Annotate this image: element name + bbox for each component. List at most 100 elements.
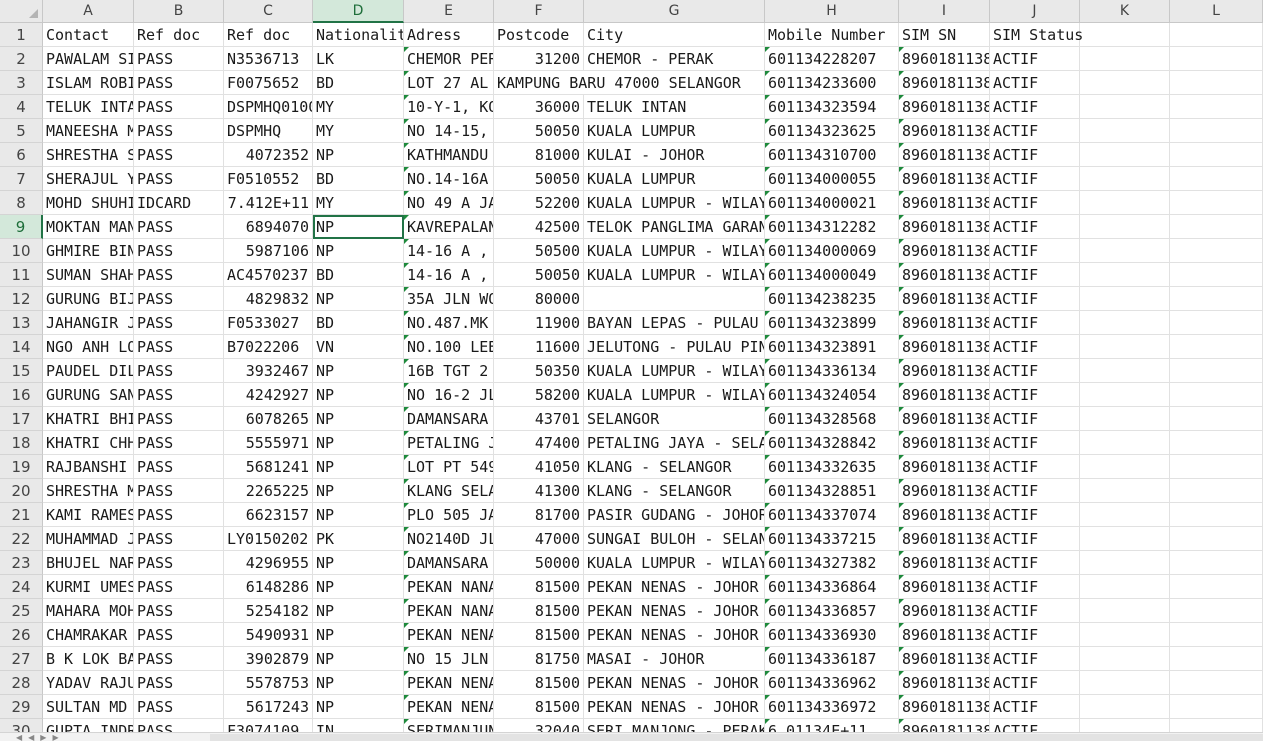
cell-j23[interactable]: ACTIF [990,551,1080,575]
cell-l2[interactable] [1170,47,1263,71]
cell-c9[interactable]: 6894070 [224,215,313,239]
cell-d15[interactable]: NP [313,359,404,383]
cell-h22[interactable]: 601134337215 [765,527,899,551]
row-header-21[interactable]: 21 [0,503,43,527]
cell-l8[interactable] [1170,191,1263,215]
row-header-12[interactable]: 12 [0,287,43,311]
row-header-29[interactable]: 29 [0,695,43,719]
cell-e1[interactable]: Adress [404,23,494,47]
cell-g4[interactable]: TELUK INTAN [584,95,765,119]
cell-e13[interactable]: NO.487.MK [404,311,494,335]
cell-j5[interactable]: ACTIF [990,119,1080,143]
cell-i26[interactable]: 8960181138 [899,623,990,647]
cell-h23[interactable]: 601134327382 [765,551,899,575]
cell-i24[interactable]: 8960181138 [899,575,990,599]
cell-f1[interactable]: Postcode [494,23,584,47]
cell-i27[interactable]: 8960181138 [899,647,990,671]
cell-j20[interactable]: ACTIF [990,479,1080,503]
cell-h28[interactable]: 601134336962 [765,671,899,695]
cell-h6[interactable]: 601134310700 [765,143,899,167]
cell-k21[interactable] [1080,503,1170,527]
cell-l20[interactable] [1170,479,1263,503]
cell-a14[interactable]: NGO ANH LO [43,335,134,359]
cell-d19[interactable]: NP [313,455,404,479]
row-header-6[interactable]: 6 [0,143,43,167]
cell-f24[interactable]: 81500 [494,575,584,599]
cell-c29[interactable]: 5617243 [224,695,313,719]
cell-k11[interactable] [1080,263,1170,287]
cell-l29[interactable] [1170,695,1263,719]
cell-f21[interactable]: 81700 [494,503,584,527]
cell-j25[interactable]: ACTIF [990,599,1080,623]
cell-f2[interactable]: 31200 [494,47,584,71]
cell-i14[interactable]: 8960181138 [899,335,990,359]
cell-a1[interactable]: Contact [43,23,134,47]
cell-l13[interactable] [1170,311,1263,335]
cell-a7[interactable]: SHERAJUL Y [43,167,134,191]
cell-h18[interactable]: 601134328842 [765,431,899,455]
row-header-10[interactable]: 10 [0,239,43,263]
cell-a13[interactable]: JAHANGIR J [43,311,134,335]
cell-f5[interactable]: 50050 [494,119,584,143]
cell-a10[interactable]: GHMIRE BIN [43,239,134,263]
cell-b21[interactable]: PASS [134,503,224,527]
cell-i20[interactable]: 8960181138 [899,479,990,503]
cell-e16[interactable]: NO 16-2 JL [404,383,494,407]
cell-e14[interactable]: NO.100 LEB [404,335,494,359]
cell-i21[interactable]: 8960181138 [899,503,990,527]
cell-d5[interactable]: MY [313,119,404,143]
cell-l28[interactable] [1170,671,1263,695]
cell-l15[interactable] [1170,359,1263,383]
cell-e26[interactable]: PEKAN NENA [404,623,494,647]
cell-h11[interactable]: 601134000049 [765,263,899,287]
cell-a16[interactable]: GURUNG SAN [43,383,134,407]
column-header-h[interactable]: H [765,0,899,23]
cell-c3[interactable]: F0075652 [224,71,313,95]
cell-i29[interactable]: 8960181138 [899,695,990,719]
cell-f14[interactable]: 11600 [494,335,584,359]
cell-b12[interactable]: PASS [134,287,224,311]
cell-e29[interactable]: PEKAN NENA [404,695,494,719]
cell-c1[interactable]: Ref doc [224,23,313,47]
column-header-l[interactable]: L [1170,0,1263,23]
cell-h17[interactable]: 601134328568 [765,407,899,431]
cell-c18[interactable]: 5555971 [224,431,313,455]
cell-f29[interactable]: 81500 [494,695,584,719]
cell-l10[interactable] [1170,239,1263,263]
cell-c11[interactable]: AC4570237 [224,263,313,287]
cell-k5[interactable] [1080,119,1170,143]
cell-c10[interactable]: 5987106 [224,239,313,263]
cell-k15[interactable] [1080,359,1170,383]
cell-b22[interactable]: PASS [134,527,224,551]
cell-h10[interactable]: 601134000069 [765,239,899,263]
cell-d20[interactable]: NP [313,479,404,503]
row-header-20[interactable]: 20 [0,479,43,503]
cell-h9[interactable]: 601134312282 [765,215,899,239]
cell-g29[interactable]: PEKAN NENAS - JOHOR [584,695,765,719]
cell-k16[interactable] [1080,383,1170,407]
cell-j19[interactable]: ACTIF [990,455,1080,479]
row-header-7[interactable]: 7 [0,167,43,191]
cell-k2[interactable] [1080,47,1170,71]
cell-f28[interactable]: 81500 [494,671,584,695]
cell-a23[interactable]: BHUJEL NAR [43,551,134,575]
cell-a6[interactable]: SHRESTHA S [43,143,134,167]
cell-b24[interactable]: PASS [134,575,224,599]
cell-b26[interactable]: PASS [134,623,224,647]
cell-k22[interactable] [1080,527,1170,551]
cell-b25[interactable]: PASS [134,599,224,623]
column-header-c[interactable]: C [224,0,313,23]
cell-k7[interactable] [1080,167,1170,191]
cell-l18[interactable] [1170,431,1263,455]
row-header-16[interactable]: 16 [0,383,43,407]
cell-e18[interactable]: PETALING J [404,431,494,455]
cell-a18[interactable]: KHATRI CHH [43,431,134,455]
cell-i8[interactable]: 8960181138 [899,191,990,215]
cell-b16[interactable]: PASS [134,383,224,407]
cell-g7[interactable]: KUALA LUMPUR [584,167,765,191]
cell-d2[interactable]: LK [313,47,404,71]
cell-k6[interactable] [1080,143,1170,167]
cell-j10[interactable]: ACTIF [990,239,1080,263]
cell-g6[interactable]: KULAI - JOHOR [584,143,765,167]
cell-d23[interactable]: NP [313,551,404,575]
